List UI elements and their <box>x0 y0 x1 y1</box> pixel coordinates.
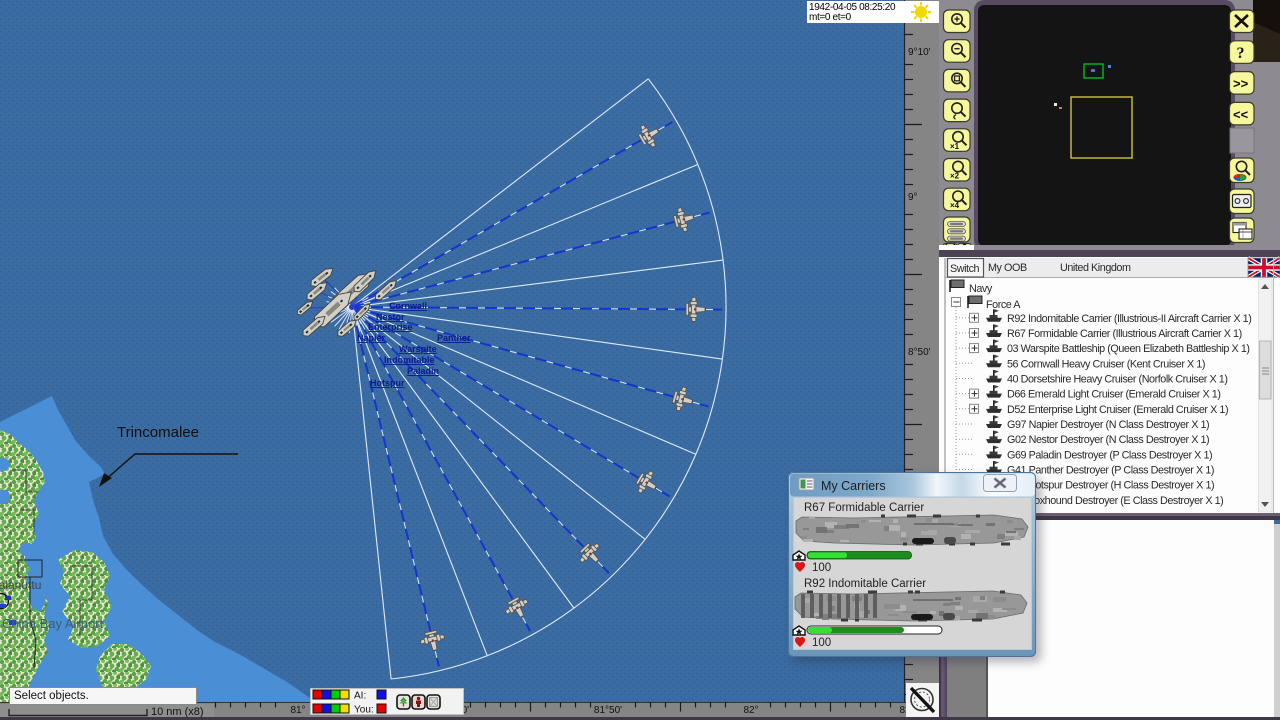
svg-text:100: 100 <box>812 562 831 574</box>
svg-text:40 Dorsetshire Heavy Cruiser (: 40 Dorsetshire Heavy Cruiser (Norfolk Cr… <box>1007 374 1228 386</box>
svg-text:>>: >> <box>1233 76 1249 91</box>
svg-text:×1: ×1 <box>950 142 960 151</box>
svg-text:×2: ×2 <box>950 172 960 181</box>
svg-text:R67 Formidable Carrier: R67 Formidable Carrier <box>804 502 924 514</box>
svg-text:You:: You: <box>354 705 374 716</box>
svg-text:Force A: Force A <box>986 299 1021 311</box>
svg-text:G02 Nestor Destroyer (N Class: G02 Nestor Destroyer (N Class Destroyer … <box>1007 434 1209 446</box>
svg-text:G41 Panther Destroyer (P Class: G41 Panther Destroyer (P Class Destroyer… <box>1007 465 1214 477</box>
svg-text:56 Cornwall Heavy Cruiser (Ken: 56 Cornwall Heavy Cruiser (Kent Cruiser … <box>1007 358 1205 370</box>
svg-text:D66 Emerald Light Cruiser (Eme: D66 Emerald Light Cruiser (Emerald Cruis… <box>1007 389 1220 401</box>
svg-text:My OOB: My OOB <box>988 262 1027 274</box>
svg-text:G69 Paladin Destroyer (P Class: G69 Paladin Destroyer (P Class Destroyer… <box>1007 449 1212 461</box>
svg-text:<<: << <box>1233 107 1249 122</box>
svg-text:United Kingdom: United Kingdom <box>1060 262 1131 274</box>
svg-text:9°: 9° <box>908 192 918 203</box>
svg-text:H43 Foxhound Destroyer (E Clas: H43 Foxhound Destroyer (E Class Destroye… <box>1007 495 1223 507</box>
svg-text:R92 Indomitable Carrier: R92 Indomitable Carrier <box>804 578 926 590</box>
svg-text:My Carriers: My Carriers <box>821 479 886 493</box>
svg-text:81°: 81° <box>290 705 305 716</box>
svg-text:×4: ×4 <box>950 201 960 210</box>
svg-text:R92 Indomitable Carrier (Illus: R92 Indomitable Carrier (Illustrious-II … <box>1007 313 1251 325</box>
svg-text:100: 100 <box>812 637 831 649</box>
svg-text:8°50': 8°50' <box>908 347 931 358</box>
svg-text:Switch: Switch <box>950 263 980 275</box>
svg-text:?: ? <box>1237 45 1245 62</box>
svg-text:82°: 82° <box>743 705 758 716</box>
svg-text:R67 Formidable Carrier (Illust: R67 Formidable Carrier (Illustrious Airc… <box>1007 328 1242 340</box>
svg-text:G97 Napier Destroyer (N Class: G97 Napier Destroyer (N Class Destroyer … <box>1007 419 1209 431</box>
svg-text:03 Warspite Battleship (Queen: 03 Warspite Battleship (Queen Elizabeth … <box>1007 343 1250 355</box>
svg-text:Navy: Navy <box>969 283 993 295</box>
svg-text:AI:: AI: <box>354 691 366 702</box>
svg-text:D52 Enterprise Light Cruiser (: D52 Enterprise Light Cruiser (Emerald Cr… <box>1007 404 1228 416</box>
svg-text:9°10': 9°10' <box>908 47 931 58</box>
svg-text:H27 Hotspur Destroyer (H Class: H27 Hotspur Destroyer (H Class Destroyer… <box>1007 480 1214 492</box>
svg-text:81°50': 81°50' <box>594 705 622 716</box>
